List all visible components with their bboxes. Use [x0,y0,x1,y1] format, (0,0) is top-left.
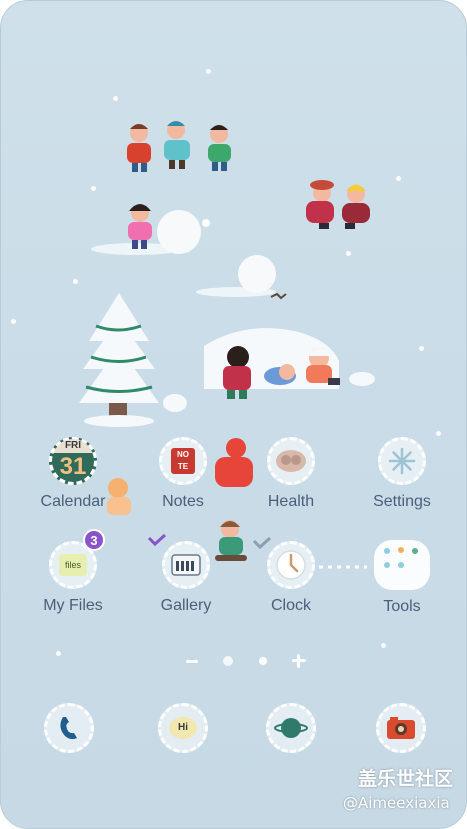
minus-icon[interactable] [186,659,198,663]
clock-icon [267,541,315,589]
app-label: Clock [270,597,311,614]
calendar-icon: FRI 31 [49,437,97,485]
watermark-user: @Aimeexiaxia [343,794,450,812]
dock-messages[interactable]: Hi [158,703,208,753]
page-indicator[interactable] [186,651,306,671]
watermark-site: 盖乐世社区 [358,768,454,790]
home-screen: FRI 31 Calendar NO TE Notes Health Setti… [0,0,467,829]
app-label: Notes [162,493,204,510]
calendar-date: 31 [59,453,87,480]
internet-icon [274,718,308,738]
folder-icon-text: files [59,554,87,576]
dock-camera[interactable] [376,703,426,753]
notes-icon: NO TE [159,437,207,485]
hugging-kids-illustration [306,180,370,229]
app-label: Settings [373,493,431,510]
app-notes[interactable]: NO TE Notes [128,437,238,511]
dock-phone[interactable] [44,703,94,753]
app-calendar[interactable]: FRI 31 Calendar [18,437,128,511]
calendar-day: FRI [52,439,94,453]
app-settings[interactable]: Settings [347,437,457,511]
app-tools-folder[interactable]: Tools [347,540,457,616]
app-clock[interactable]: Clock [236,541,346,615]
settings-icon [378,437,426,485]
app-label: Calendar [40,493,106,510]
snow-fort-illustration [204,328,375,399]
camera-icon [387,717,415,739]
tools-folder-icon [374,540,430,590]
app-gallery[interactable]: Gallery [131,541,241,615]
pine-tree-illustration [79,293,187,427]
app-label: Gallery [160,597,212,614]
phone-icon [60,717,77,740]
notes-icon-text: NO TE [171,448,195,474]
messages-icon: Hi [169,717,197,739]
gallery-icon [162,541,210,589]
dock-internet[interactable] [266,703,316,753]
page-dot-icon[interactable] [258,657,267,665]
health-icon [267,437,315,485]
app-my-files[interactable]: files My Files 3 [18,529,128,615]
app-health[interactable]: Health [236,437,346,511]
app-label: Tools [383,598,421,615]
snowball-kid-illustration [91,204,210,255]
home-dot-icon[interactable] [223,656,234,666]
app-label: Health [267,493,315,510]
kids-group-illustration [127,121,231,172]
app-label: My Files [43,597,103,614]
plus-icon[interactable] [291,654,306,668]
notification-badge: 3 [83,529,105,551]
big-snowball-illustration [196,255,287,300]
